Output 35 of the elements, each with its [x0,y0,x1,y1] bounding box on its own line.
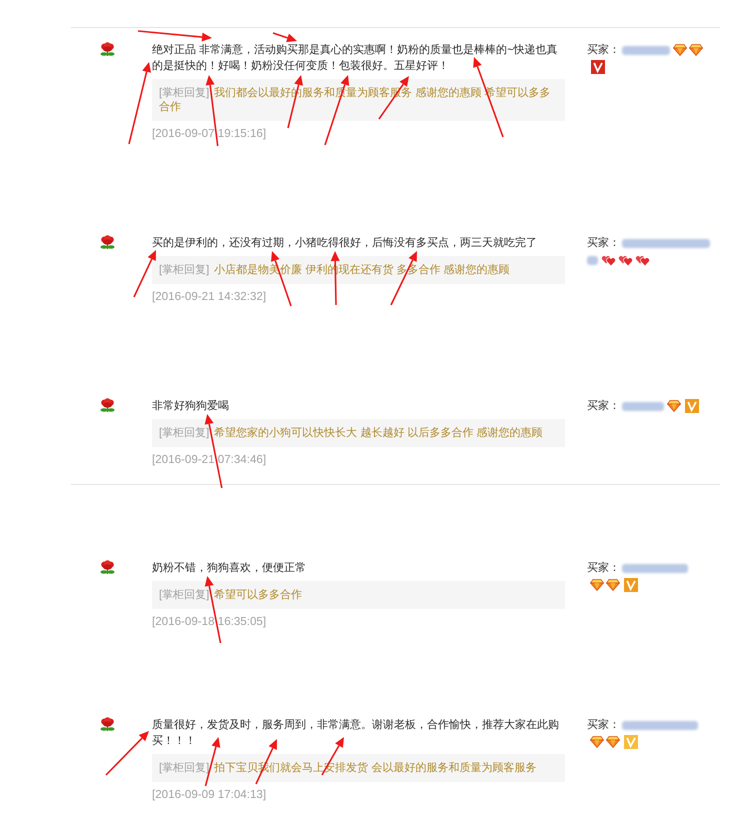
review-date: [2016-09-18 16:35:05] [152,614,266,630]
hearts-icon [601,254,616,267]
flower-icon [100,717,115,732]
review-date: [2016-09-21 14:32:32] [152,289,266,305]
buyer-label: 买家： [587,562,620,574]
buyer-label: 买家： [587,400,620,412]
annotation-arrow [271,251,292,306]
hearts-icon [618,254,633,267]
review-text: 非常好狗狗爱喝 [152,399,230,414]
diamond-icon [606,579,620,592]
flower-icon [100,42,115,57]
review-text: 绝对正品 非常满意，活动购买那是真心的实惠啊！奶粉的质量也是棒棒的~快递也真的是挺快的！好喝！奶粉没任何变质！包装很好。五星好评！ [152,42,559,74]
diamond-icon [606,736,620,748]
seller-reply: [掌柜回复] 希望可以多多合作 [152,581,565,609]
review-text: 奶粉不错，狗狗喜欢，便便正常 [152,561,307,576]
diamond-icon [673,44,687,56]
seller-reply: [掌柜回复] 希望您家的小狗可以快快长大 越长越好 以后多多合作 感谢您的惠顾 [152,419,565,447]
annotation-arrow [272,32,297,42]
review-date: [2016-09-21 07:34:46] [152,452,266,468]
review-date: [2016-09-09 17:04:13] [152,787,266,803]
flower-icon [100,235,115,250]
annotation-arrow [105,731,149,776]
diamond-icon [590,579,604,592]
buyer-label: 买家： [587,719,620,731]
diamond-icon [689,44,703,56]
buyer-label: 买家： [587,44,620,56]
review-text: 质量很好，发货及时，服务周到，非常满意。谢谢老板，合作愉快，推荐大家在此购买！！！ [152,718,560,749]
review-date: [2016-09-07 19:15:16] [152,126,266,142]
flower-icon [100,560,115,575]
hearts-icon [635,254,650,267]
diamond-icon [667,400,681,412]
review-text: 买的是伊利的，还没有过期，小猪吃得很好，后悔没有多买点，两三天就吃完了 [152,236,538,251]
diamond-icon [590,736,604,748]
flower-icon [100,398,115,413]
buyer-label: 买家： [587,237,620,249]
